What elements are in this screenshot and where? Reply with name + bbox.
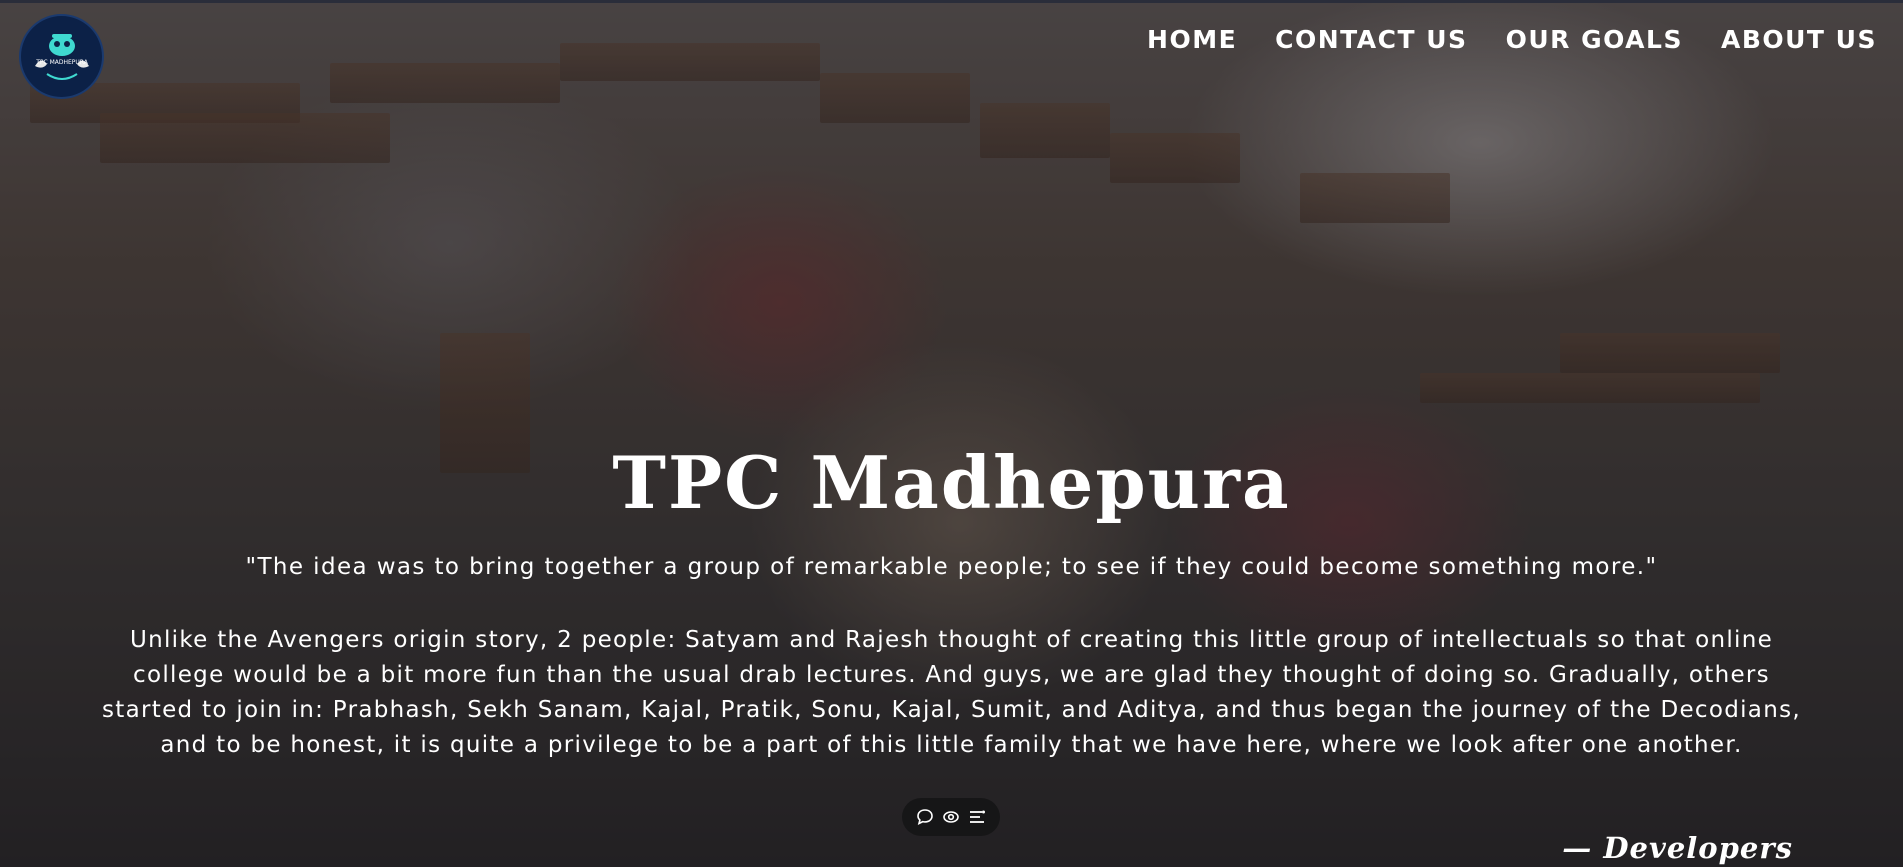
logo-emblem-icon: TPC MADHEPURA bbox=[34, 33, 89, 80]
nav-about-us[interactable]: ABOUT US bbox=[1721, 25, 1877, 54]
chat-icon[interactable] bbox=[916, 808, 934, 826]
logo-text: TPC MADHEPURA bbox=[35, 59, 89, 66]
list-icon[interactable] bbox=[968, 808, 986, 826]
page-title: TPC Madhepura bbox=[612, 440, 1291, 525]
nav-contact-us[interactable]: CONTACT US bbox=[1275, 25, 1467, 54]
hero-story-text: Unlike the Avengers origin story, 2 peop… bbox=[102, 627, 1801, 758]
floating-toolbar bbox=[902, 798, 1000, 836]
nav-our-goals[interactable]: OUR GOALS bbox=[1506, 25, 1683, 54]
signature-developers: — Developers bbox=[1562, 831, 1793, 865]
hero-section: TPC MADHEPURA HOME CONTACT US OUR GOALS … bbox=[0, 0, 1903, 867]
nav-home[interactable]: HOME bbox=[1147, 25, 1237, 54]
brand-logo[interactable]: TPC MADHEPURA bbox=[19, 14, 104, 99]
hero-quote: "The idea was to bring together a group … bbox=[245, 554, 1658, 580]
eye-icon[interactable] bbox=[942, 808, 960, 826]
main-nav: HOME CONTACT US OUR GOALS ABOUT US bbox=[1147, 25, 1877, 54]
